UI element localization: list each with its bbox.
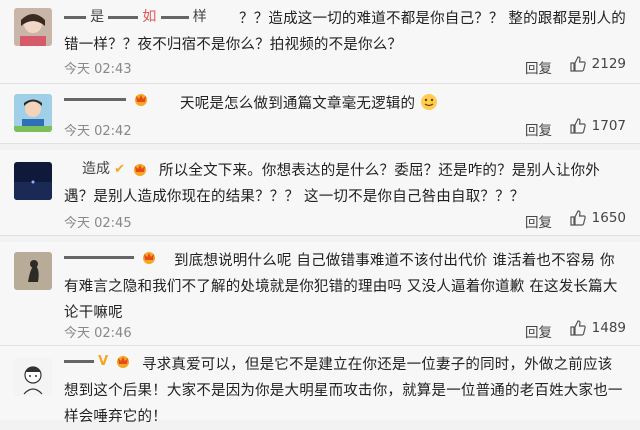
comment-text-content: 天呢是怎么做到通篇文章毫无逻辑的: [180, 96, 416, 112]
username[interactable]: [64, 92, 152, 107]
comment-time: 今天 02:43: [64, 62, 132, 77]
reply-button[interactable]: 回复: [525, 211, 552, 231]
avatar[interactable]: [14, 252, 52, 290]
avatar[interactable]: [14, 358, 52, 396]
vip-badge-icon: [132, 93, 150, 107]
comment-card: 到底想说明什么呢 自己做错事难道不该付出代价 谁活着也不容易 你有难言之隐和我们…: [0, 242, 640, 346]
like-count: 2129: [591, 56, 626, 72]
comment-card: 天呢是怎么做到通篇文章毫无逻辑的 今天 02:42 回复 1707: [0, 84, 640, 144]
avatar[interactable]: [14, 94, 52, 132]
comment-text: 寻求真爱可以，但是它不是建立在你还是一位妻子的同时，外做之前应该想到这个后果！大…: [64, 357, 623, 425]
like-count: 1489: [591, 320, 626, 336]
comment-text: 天呢是怎么做到通篇文章毫无逻辑的: [180, 91, 626, 117]
comment-list: 是 如 样 ？？造成这一切的难道不都是你自己？？ 整的跟都是别人的错一样？？夜不…: [0, 0, 640, 425]
reply-button[interactable]: 回复: [525, 119, 552, 139]
like-button[interactable]: 1489: [570, 320, 626, 336]
like-button[interactable]: 2129: [570, 56, 626, 72]
comment-text: ？？造成这一切的难道不都是你自己？？ 整的跟都是别人的错一样？？夜不归宿不是你么…: [64, 11, 627, 53]
comment-time: 今天 02:46: [64, 326, 132, 341]
comment-card: 是 如 样 ？？造成这一切的难道不都是你自己？？ 整的跟都是别人的错一样？？夜不…: [0, 0, 640, 84]
like-button[interactable]: 1707: [570, 118, 626, 134]
thumbs-up-icon: [570, 210, 586, 226]
name-redaction: [64, 98, 126, 101]
thumbs-up-icon: [570, 320, 586, 336]
drooling-face-emoji-icon: [420, 93, 438, 111]
reply-button[interactable]: 回复: [525, 57, 552, 77]
like-count: 1707: [591, 118, 626, 134]
reply-button[interactable]: 回复: [525, 321, 552, 341]
comment-card: V 寻求真爱可以，但是它不是建立在你还是一位妻子的同时，外做之前应该想到这个后果…: [0, 346, 640, 425]
avatar[interactable]: [14, 8, 52, 46]
comment-text: 到底想说明什么呢 自己做错事难道不该付出代价 谁活着也不容易 你有难言之隐和我们…: [64, 253, 618, 321]
comment-time: 今天 02:45: [64, 216, 132, 231]
avatar[interactable]: [14, 162, 52, 200]
thumbs-up-icon: [570, 56, 586, 72]
like-button[interactable]: 1650: [570, 210, 626, 226]
comment-card: 造成 ✔ 所以全文下来。你想表达的是什么？委屈？还是咋的？是别人让你外遇？是别人…: [0, 150, 640, 236]
comment-time: 今天 02:42: [64, 124, 132, 139]
like-count: 1650: [591, 210, 626, 226]
comment-text: 所以全文下来。你想表达的是什么？委屈？还是咋的？是别人让你外遇？是别人造成你现在…: [64, 163, 600, 205]
thumbs-up-icon: [570, 118, 586, 134]
